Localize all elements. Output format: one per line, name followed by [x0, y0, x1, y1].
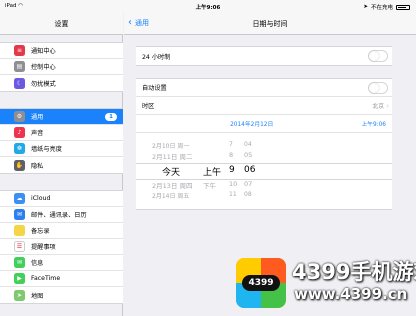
sidebar-group-notifications: ≡ 通知中心 ▤ 控制中心 ☾ 勿扰模式	[0, 42, 123, 92]
page-title: 日期与时间	[252, 20, 288, 28]
4399-logo: 4399	[236, 258, 286, 308]
watermark: 4399 4399手机游戏 www.4399.cn	[236, 254, 416, 312]
picker-minute-option[interactable]: 07	[244, 180, 252, 188]
update-badge: 1	[105, 113, 117, 121]
sidebar-group-accounts: ☁ iCloud ✉ 邮件、通讯录、日历 备忘录 ☰ 提醒事项 ✉ 信息 ▶ FaceTime ➤ 地图	[0, 190, 123, 304]
row-date-time[interactable]: 2014年2月12日 上午9:06	[136, 115, 392, 133]
picker-minute-selected[interactable]: 06	[244, 165, 255, 175]
picker-date-selected[interactable]: 今天	[162, 165, 180, 178]
notification-icon: ≡	[14, 45, 25, 56]
logo-text: 4399	[242, 275, 280, 291]
watermark-url: www.4399.cn	[294, 285, 408, 303]
row-auto-set-label: 自动设置	[142, 85, 167, 92]
facetime-icon: ▶	[14, 273, 25, 284]
sidebar-item[interactable]: ☰ 提醒事项	[0, 239, 123, 255]
row-timezone[interactable]: 时区 北京 ›	[136, 97, 392, 115]
clock: 上午9:06	[195, 5, 221, 11]
card-24h: 24 小时制	[136, 46, 392, 66]
picker-hour-option[interactable]: 10	[229, 180, 237, 188]
chevron-right-icon: ›	[386, 101, 389, 110]
sidebar-item[interactable]: ▶ FaceTime	[0, 271, 123, 287]
picker-selection-line-top	[136, 163, 392, 164]
sidebar-item-label: FaceTime	[31, 275, 61, 282]
sidebar-item-label: iCloud	[31, 195, 51, 202]
reminders-icon: ☰	[14, 241, 25, 252]
detail-navbar: ‹ 通用 日期与时间	[124, 12, 416, 35]
sidebar-item-label: 通用	[31, 114, 44, 121]
sidebar-item[interactable]: ≡ 通知中心	[0, 43, 123, 59]
picker-date-option[interactable]: 2月10日 周一	[152, 141, 189, 150]
battery-icon	[396, 4, 410, 10]
sidebar-header: 设置	[0, 12, 123, 35]
hand-icon: ✋	[14, 159, 25, 171]
wallpaper-icon: ❁	[14, 143, 25, 154]
sidebar-item[interactable]: ☾ 勿扰模式	[0, 75, 123, 91]
picker-ampm-selected[interactable]: 上午	[203, 165, 221, 178]
sidebar-item-label: 信息	[31, 260, 44, 267]
sidebar-item-label: 地图	[31, 292, 44, 300]
sidebar-item-label: 提醒事项	[31, 244, 56, 251]
sidebar-item-label: 隐私	[31, 162, 44, 170]
picker-minute-option[interactable]: 04	[244, 141, 252, 148]
toggle-auto-set[interactable]	[368, 82, 388, 94]
date-value: 2014年2月12日	[230, 122, 274, 128]
timezone-value: 北京	[372, 104, 384, 110]
sidebar-item[interactable]: ✉ 信息	[0, 255, 123, 271]
card-auto-set: 自动设置 时区 北京 › 2014年2月12日 上午9:06 2月10日 周一 2…	[136, 78, 392, 210]
watermark-name: 4399手机游戏	[292, 260, 416, 284]
messages-icon: ✉	[14, 257, 25, 268]
sidebar-item[interactable]: ❁ 墙纸与亮度	[0, 141, 123, 157]
sidebar-item[interactable]: ☁ iCloud	[0, 191, 123, 207]
sidebar-item[interactable]: ♪ 声音	[0, 125, 123, 141]
toggle-knob	[369, 83, 379, 93]
time-value: 上午9:06	[361, 122, 386, 128]
sidebar-item-label: 控制中心	[31, 64, 56, 71]
picker-hour-selected[interactable]: 9	[229, 165, 235, 175]
row-timezone-label: 时区	[142, 103, 155, 110]
sidebar-item[interactable]: ✋ 隐私	[0, 157, 123, 173]
sidebar-item-label: 墙纸与亮度	[31, 146, 62, 153]
notes-icon	[14, 225, 25, 236]
sidebar-item-label: 邮件、通讯录、日历	[31, 212, 87, 219]
settings-sidebar: 设置 ≡ 通知中心 ▤ 控制中心 ☾ 勿扰模式 ⚙ 通用 1 ♪ 声音 ❁ 墙纸与亮度 ✋ 隐私 ☁ iCl…	[0, 0, 123, 316]
cloud-icon: ☁	[14, 193, 25, 204]
control-center-icon: ▤	[14, 61, 25, 72]
row-24-hour-label: 24 小时制	[142, 53, 171, 61]
picker-minute-option[interactable]: 05	[244, 151, 252, 159]
sidebar-item[interactable]: ⚙ 通用 1	[0, 109, 123, 125]
toggle-knob	[369, 51, 379, 61]
sidebar-item[interactable]: ➤ 地图	[0, 287, 123, 303]
picker-hour-option[interactable]: 11	[229, 191, 237, 198]
picker-date-option[interactable]: 2月11日 周二	[152, 151, 192, 161]
date-time-picker[interactable]: 2月10日 周一 2月11日 周二 今天 2月13日 周四 2月14日 周五 上午下午 7 8…	[136, 133, 392, 209]
picker-hour-option[interactable]: 7	[229, 141, 233, 148]
picker-hour-option[interactable]: 8	[229, 151, 233, 159]
picker-date-option[interactable]: 2月13日 周四	[152, 180, 192, 190]
moon-icon: ☾	[14, 77, 25, 89]
picker-ampm-option[interactable]: 下午	[203, 180, 216, 190]
maps-icon: ➤	[14, 289, 25, 301]
sidebar-item-label: 备忘录	[31, 228, 50, 235]
row-auto-set: 自动设置	[136, 79, 392, 97]
sidebar-group-general: ⚙ 通用 1 ♪ 声音 ❁ 墙纸与亮度 ✋ 隐私	[0, 108, 123, 174]
row-24-hour: 24 小时制	[136, 47, 392, 65]
sidebar-title: 设置	[54, 20, 69, 28]
status-bar: iPad ◠ 上午9:06 ➤ 不在充电	[0, 0, 416, 12]
mail-icon: ✉	[14, 209, 25, 220]
picker-minute-option[interactable]: 08	[244, 191, 252, 198]
location-icon: ➤	[363, 4, 368, 10]
gear-icon: ⚙	[14, 111, 25, 122]
speaker-icon: ♪	[14, 127, 25, 138]
status-right: ➤ 不在充电	[363, 3, 410, 11]
sidebar-item-label: 勿扰模式	[31, 80, 56, 88]
sidebar-item[interactable]: ▤ 控制中心	[0, 59, 123, 75]
sidebar-item[interactable]: 备忘录	[0, 223, 123, 239]
sidebar-item[interactable]: ✉ 邮件、通讯录、日历	[0, 207, 123, 223]
picker-date-option[interactable]: 2月14日 周五	[152, 191, 189, 200]
charging-label: 不在充电	[370, 5, 393, 11]
sidebar-item-label: 声音	[31, 130, 44, 137]
sidebar-item-label: 通知中心	[31, 48, 56, 55]
toggle-24-hour[interactable]	[368, 50, 388, 62]
